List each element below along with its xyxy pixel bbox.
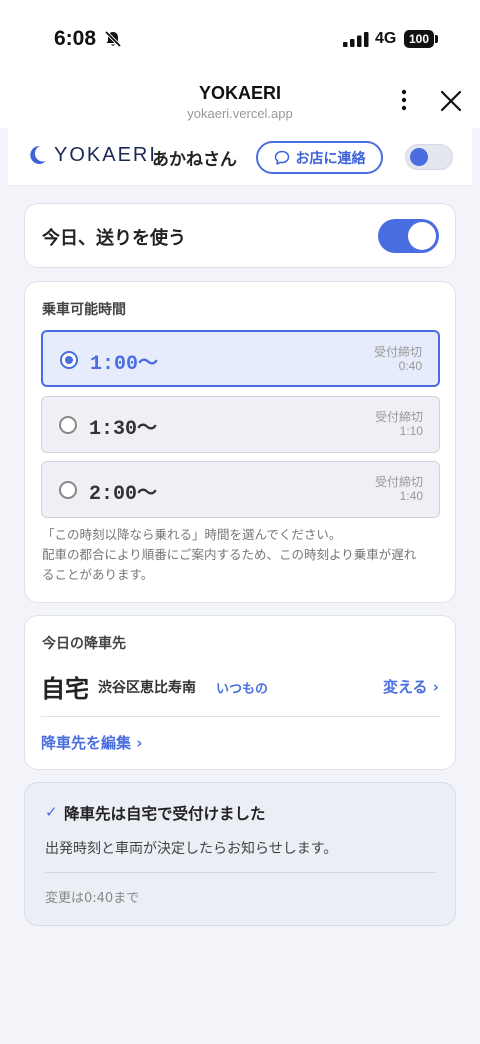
status-time: 6:08 — [54, 27, 97, 50]
destination-address: 渋谷区恵比寿南 — [98, 680, 196, 696]
pickup-time-card: 乗車可能時間 1:00〜 受付締切 0:40 1:30〜 受付締切 1:10 2… — [24, 281, 456, 603]
user-name: あかねさん — [152, 150, 237, 170]
time-slot-label: 1:00〜 — [90, 353, 159, 376]
radio-empty-icon — [59, 481, 77, 499]
moon-logo-icon — [30, 145, 46, 164]
time-slot-label: 2:00〜 — [89, 483, 158, 506]
deadline-time: 1:10 — [399, 424, 423, 438]
pickup-time-title: 乗車可能時間 — [42, 302, 126, 318]
note-line: ることがあります。 — [42, 567, 154, 582]
bell-muted-icon — [104, 30, 122, 48]
note-line: 配車の都合により順番にご案内するため、この時刻より乗車が遅れ — [42, 547, 417, 562]
status-bar: 6:08 4G 100 — [0, 0, 480, 80]
app-header: YOKAERI あかねさん お店に連絡 — [8, 128, 472, 186]
signal-icon — [343, 32, 369, 47]
close-icon[interactable] — [438, 88, 464, 114]
time-slot-label: 1:30〜 — [89, 418, 158, 441]
change-deadline-text: 変更は0:40まで — [45, 891, 140, 906]
more-vertical-icon[interactable] — [392, 88, 416, 112]
change-destination-link[interactable]: 変える › — [383, 676, 439, 697]
destination-place: 自宅 — [41, 675, 89, 703]
contact-store-label: お店に連絡 — [295, 150, 366, 167]
confirmation-title: 降車先は自宅で受付けました — [64, 805, 266, 823]
time-slot-2[interactable]: 1:30〜 受付締切 1:10 — [41, 396, 440, 453]
chat-bubble-icon — [274, 150, 289, 165]
edit-destination-link[interactable]: 降車先を編集 › — [41, 732, 142, 753]
time-slot-1[interactable]: 1:00〜 受付締切 0:40 — [41, 330, 440, 387]
confirmation-message: 出発時刻と車両が決定したらお知らせします。 — [45, 841, 338, 857]
battery-icon: 100 — [404, 30, 434, 48]
divider — [45, 872, 436, 873]
contact-store-button[interactable]: お店に連絡 — [256, 141, 383, 174]
battery-tip — [435, 35, 438, 43]
deadline-label: 受付締切 — [374, 475, 423, 489]
usual-tag: いつもの — [216, 682, 269, 697]
time-slot-3[interactable]: 2:00〜 受付締切 1:40 — [41, 461, 440, 518]
destination-card: 今日の降車先 自宅 渋谷区恵比寿南 いつもの 変える › 降車先を編集 › — [24, 615, 456, 770]
deadline-time: 1:40 — [399, 489, 423, 503]
browser-header: YOKAERI yokaeri.vercel.app — [0, 80, 480, 128]
pickup-time-note: 「この時刻以降なら乗れる」時間を選んでください。 配車の都合により順番にご案内す… — [42, 525, 442, 585]
network-type: 4G — [375, 30, 397, 47]
deadline-time: 0:40 — [398, 359, 422, 373]
theme-toggle-knob — [410, 148, 428, 166]
ride-toggle-card: 今日、送りを使う — [24, 203, 456, 268]
radio-selected-icon — [60, 351, 78, 369]
ride-toggle-knob — [408, 222, 436, 250]
ride-toggle-label: 今日、送りを使う — [42, 228, 186, 249]
theme-toggle[interactable] — [405, 144, 453, 170]
destination-title: 今日の降車先 — [42, 636, 126, 652]
app-logo-text: YOKAERI — [54, 144, 157, 166]
divider — [41, 716, 440, 717]
check-icon: ✓ — [45, 803, 58, 821]
deadline-label: 受付締切 — [374, 410, 423, 424]
ride-toggle-switch[interactable] — [378, 219, 439, 253]
deadline-label: 受付締切 — [373, 345, 422, 359]
note-line: 「この時刻以降なら乗れる」時間を選んでください。 — [42, 527, 342, 542]
radio-empty-icon — [59, 416, 77, 434]
confirmation-card: ✓ 降車先は自宅で受付けました 出発時刻と車両が決定したらお知らせします。 変更… — [24, 782, 456, 926]
